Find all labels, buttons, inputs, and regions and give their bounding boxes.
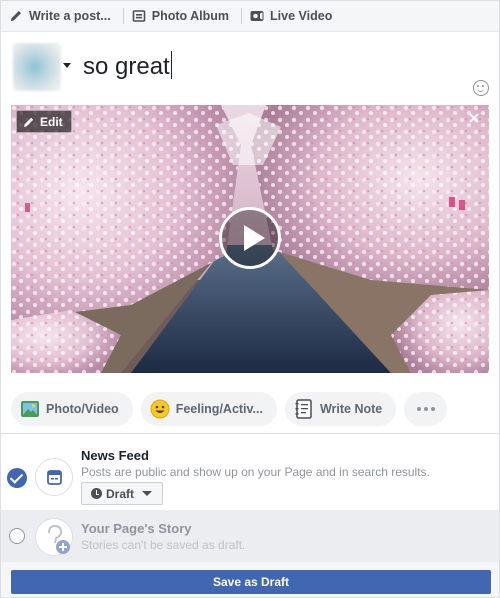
live-video-icon [250, 9, 264, 23]
post-composer-dialog: Write a post... Photo Album Live Video s… [0, 0, 500, 598]
note-icon [294, 399, 314, 419]
newsfeed-title: News Feed [81, 448, 149, 463]
tab-photo-album-label: Photo Album [151, 9, 230, 23]
schedule-value: Draft [106, 486, 135, 501]
tab-live-video[interactable]: Live Video [248, 1, 338, 31]
newsfeed-option[interactable]: News Feed Posts are public and show up o… [1, 434, 499, 510]
more-dots-icon [416, 407, 435, 411]
photo-video-button[interactable]: Photo/Video [11, 392, 133, 426]
story-option: Your Page's Story Stories can't be saved… [1, 510, 499, 562]
video-thumbnail[interactable]: Edit [11, 105, 489, 373]
story-title: Your Page's Story [81, 521, 192, 536]
newsfeed-description: Posts are public and show up on your Pag… [81, 465, 430, 479]
story-icon [35, 518, 73, 556]
schedule-dropdown[interactable]: Draft [81, 482, 164, 505]
write-note-button[interactable]: Write Note [284, 392, 397, 426]
tab-divider [122, 8, 124, 24]
post-text-input[interactable]: so great [83, 51, 173, 82]
composer-actions: Photo/Video Feeling/Activ... Write Note [11, 392, 448, 426]
chevron-down-icon [142, 491, 153, 496]
tab-live-video-label: Live Video [270, 9, 333, 23]
feeling-activity-button[interactable]: Feeling/Activ... [140, 392, 277, 426]
photo-album-icon [132, 9, 146, 23]
tab-write-post-label: Write a post... [29, 9, 111, 23]
pencil-icon [9, 9, 23, 23]
save-as-draft-button[interactable]: Save as Draft [11, 570, 491, 594]
story-radio [9, 528, 25, 544]
play-icon[interactable] [219, 207, 281, 269]
tab-divider [241, 8, 243, 24]
newsfeed-icon [35, 458, 73, 496]
feeling-activity-label: Feeling/Activ... [175, 402, 263, 416]
share-destinations: News Feed Posts are public and show up o… [1, 434, 499, 597]
close-icon[interactable] [467, 111, 481, 125]
edit-media-button[interactable]: Edit [16, 110, 72, 133]
tab-photo-album[interactable]: Photo Album [130, 1, 235, 31]
write-note-label: Write Note [319, 402, 383, 416]
feeling-emoji-icon [150, 399, 170, 419]
photo-video-icon [20, 399, 40, 419]
chevron-down-icon[interactable] [63, 63, 71, 68]
more-options-button[interactable] [404, 392, 448, 426]
tab-write-post[interactable]: Write a post... [7, 1, 117, 31]
composer-tabs: Write a post... Photo Album Live Video [1, 1, 499, 32]
clock-icon [91, 488, 102, 499]
photo-video-label: Photo/Video [46, 402, 119, 416]
post-text-value: so great [83, 53, 170, 80]
text-cursor [170, 51, 173, 79]
smiley-icon[interactable] [473, 80, 489, 96]
edit-media-label: Edit [40, 114, 63, 129]
checkmark-icon[interactable] [7, 468, 27, 488]
pencil-icon [24, 117, 34, 127]
page-avatar[interactable] [13, 43, 61, 91]
story-description: Stories can't be saved as draft. [81, 538, 246, 552]
